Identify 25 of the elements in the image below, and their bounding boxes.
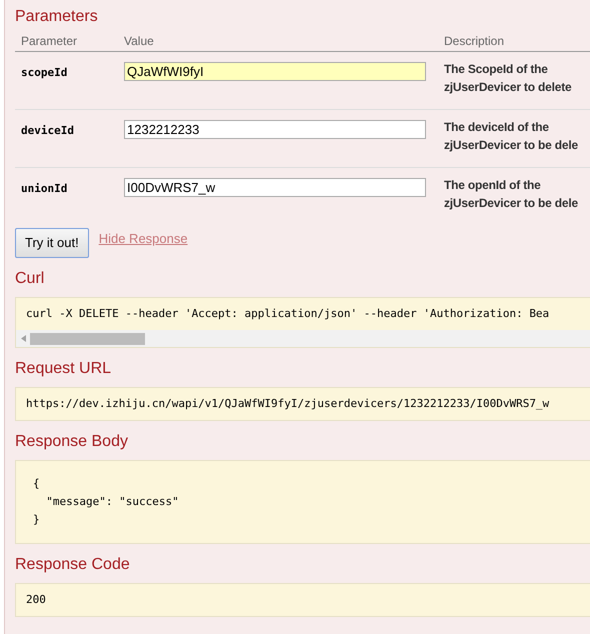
code-text: https://dev.izhiju.cn/wapi/v1/QJaWfWI9fyI/zjuserdevicers/1232212233/I00DvWRS7_w	[25, 396, 550, 412]
input-field[interactable]: QJaWfWI9fyI	[124, 62, 426, 82]
section-heading: Parameters	[15, 7, 99, 27]
horizontal-scrollbar[interactable]	[16, 330, 590, 347]
input-field[interactable]: I00DvWRS7_w	[124, 178, 426, 198]
parameter-name: unionId	[21, 182, 68, 195]
parameter-name: deviceId	[21, 124, 74, 137]
section-heading: Response Code	[15, 555, 131, 575]
code-text: 200	[25, 592, 47, 608]
input-field[interactable]: 1232212233	[124, 120, 426, 140]
section-heading: Curl	[15, 269, 46, 289]
scrollbar-thumb[interactable]	[30, 332, 145, 344]
description-text: The ScopeId of the zjUserDevicer to delete	[444, 61, 572, 96]
description-text: The deviceId of the zjUserDevicer to be dele	[444, 119, 579, 154]
column-header: Value	[124, 34, 154, 48]
column-header: Description	[444, 34, 504, 48]
section-heading: Response Body	[15, 432, 129, 452]
section-heading: Request URL	[15, 359, 112, 379]
scroll-left-icon[interactable]	[21, 335, 26, 342]
code-text: curl -X DELETE --header 'Accept: application/json' --header 'Authorization: Bea	[25, 306, 550, 322]
column-header: Parameter	[21, 34, 78, 48]
parameter-name: scopeId	[21, 66, 68, 79]
try-it-out-button[interactable]: Try it out!	[15, 228, 89, 258]
description-text: The openId of the zjUserDevicer to be dele	[444, 177, 579, 212]
code-text: { "message": "success" }	[32, 476, 180, 528]
